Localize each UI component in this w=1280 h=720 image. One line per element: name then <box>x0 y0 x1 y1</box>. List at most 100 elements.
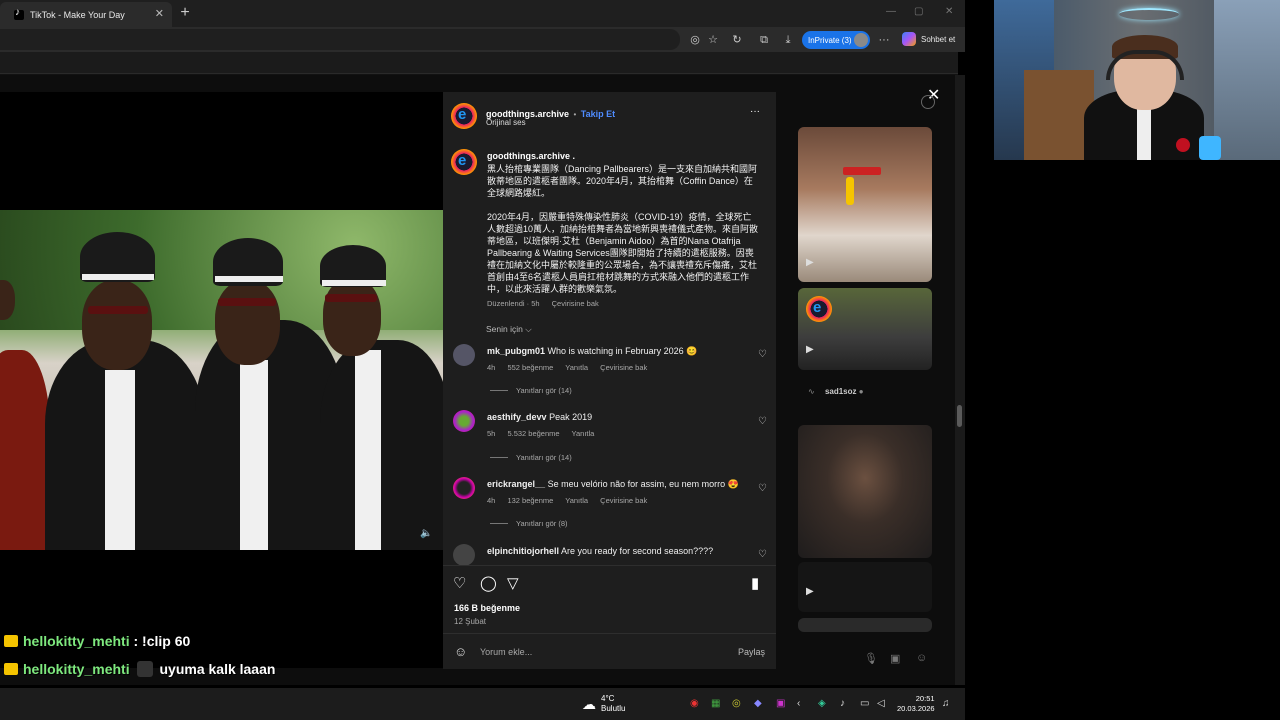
person-shirt <box>1137 105 1151 160</box>
thumbnail-1[interactable]: ▶ <box>798 127 932 282</box>
tracking-prevention-icon[interactable]: ◎ <box>688 33 702 47</box>
signature-icon: ∿ <box>808 387 815 396</box>
maximize-icon[interactable]: ▢ <box>914 6 923 17</box>
collections-icon[interactable]: ⧉ <box>757 33 771 47</box>
sort-dropdown[interactable]: Senin için ⌵ <box>486 324 532 335</box>
more-menu-icon[interactable]: ··· <box>877 33 891 47</box>
comment-2: aesthify_devv Peak 2019 <box>487 412 592 422</box>
view-replies-button[interactable]: Yanıtları gör (14) <box>490 386 572 395</box>
comment-input[interactable]: Yorum ekle... <box>480 647 532 657</box>
divider <box>443 633 776 634</box>
caption-avatar[interactable] <box>451 149 477 175</box>
chat-message: hellokitty_mehti uyuma kalk laaan <box>4 661 275 677</box>
mic-icon[interactable]: 🎙 <box>864 652 878 665</box>
comment-likes[interactable]: 132 beğenme <box>507 496 553 505</box>
chevron-up-icon[interactable]: ‹ <box>797 698 800 709</box>
bookmark-icon[interactable]: ▮ <box>751 574 759 592</box>
tiktok-icon <box>14 7 24 20</box>
comment-username[interactable]: elpinchitiojorhell <box>487 546 559 556</box>
close-tab-icon[interactable]: ✕ <box>155 7 164 20</box>
comment-3: erickrangel__ Se meu velório não for ass… <box>487 479 739 490</box>
share-icon[interactable]: ▽ <box>507 574 519 592</box>
tab-tiktok[interactable]: TikTok - Make Your Day ✕ <box>0 2 172 27</box>
like-comment-icon[interactable]: ♡ <box>758 483 767 494</box>
comment-username[interactable]: mk_pubgm01 <box>487 346 545 356</box>
chat-badge-icon <box>4 635 18 647</box>
clock[interactable]: 20:51 20.03.2026 <box>897 694 935 714</box>
app-icon-6[interactable]: ◈ <box>818 698 826 709</box>
new-tab-button[interactable]: + <box>176 4 194 22</box>
chat-text: : !clip 60 <box>133 633 191 649</box>
copilot-button[interactable]: Sohbet et <box>902 32 955 46</box>
app-icon-3[interactable]: ◎ <box>732 698 741 709</box>
view-replies-button[interactable]: Yanıtları gör (8) <box>490 519 568 528</box>
close-window-icon[interactable]: ✕ <box>945 6 953 17</box>
comment-likes[interactable]: 5.532 beğenme <box>507 429 559 438</box>
weather-widget[interactable]: ☁ 4°C Bulutlu <box>582 694 625 714</box>
more-options-icon[interactable]: ··· <box>750 106 760 117</box>
like-comment-icon[interactable]: ♡ <box>758 416 767 427</box>
weather-condition: Bulutlu <box>601 704 626 713</box>
comment-avatar[interactable] <box>453 344 475 366</box>
app-icon-2[interactable]: ▦ <box>711 698 720 709</box>
comment-meta: 4h 132 beğenme Yanıtla Çevirisine bak <box>487 496 657 505</box>
comment-avatar[interactable] <box>453 477 475 499</box>
minimize-icon[interactable]: — <box>886 6 896 17</box>
volume-icon[interactable]: 🔈 <box>420 528 432 539</box>
inprivate-button[interactable]: InPrivate (3) <box>802 31 870 49</box>
likes-count[interactable]: 166 B beğenme <box>454 603 520 613</box>
address-bar[interactable] <box>0 29 680 50</box>
profile-row[interactable]: ∿ sad1soz ● <box>808 387 864 396</box>
comment-avatar[interactable] <box>453 544 475 566</box>
network-icon[interactable]: ▭ <box>860 698 869 709</box>
caption-username[interactable]: goodthings.archive . <box>487 151 575 161</box>
comment-body: Se meu velório não for assim, eu nem mor… <box>547 479 739 489</box>
favorite-star-icon[interactable]: ☆ <box>706 33 720 47</box>
image-icon[interactable]: ▣ <box>890 652 900 665</box>
translate-button[interactable]: Çevirisine bak <box>600 496 647 505</box>
thumbnail-3[interactable] <box>798 425 932 558</box>
video-icon: ▶ <box>806 586 814 597</box>
caption-meta: Düzenlendi · 5h Çevirisine bak <box>487 299 609 308</box>
caption-paragraph-1: 黑人抬棺專業團隊（Dancing Pallbearers）是一支來自加納共和國阿… <box>487 164 758 198</box>
like-comment-icon[interactable]: ♡ <box>758 349 767 360</box>
info-icon[interactable] <box>921 95 935 109</box>
emote-icon <box>137 661 154 677</box>
comment-username[interactable]: erickrangel__ <box>487 479 545 489</box>
thumbnail-4[interactable]: ▶ <box>798 562 932 612</box>
comment-likes[interactable]: 552 beğenme <box>507 363 553 372</box>
refresh-icon[interactable]: ↻ <box>730 33 744 47</box>
app-icon-4[interactable]: ◆ <box>754 698 762 709</box>
author-avatar[interactable] <box>451 103 477 129</box>
translate-button[interactable]: Çevirisine bak <box>600 363 647 372</box>
webcam-feed <box>994 0 1280 160</box>
reply-button[interactable]: Yanıtla <box>565 363 588 372</box>
profile-name[interactable]: sad1soz <box>825 387 857 396</box>
reply-button[interactable]: Yanıtla <box>565 496 588 505</box>
app-icon-5[interactable]: ▣ <box>776 698 785 709</box>
page-scrollbar[interactable] <box>955 75 965 685</box>
video-frame[interactable] <box>0 210 443 550</box>
like-comment-icon[interactable]: ♡ <box>758 549 767 560</box>
view-replies-button[interactable]: Yanıtları gör (14) <box>490 453 572 462</box>
comment-icon[interactable]: ◯ <box>480 574 497 592</box>
page-header <box>0 52 958 74</box>
download-icon[interactable]: ⤓ <box>781 33 795 47</box>
share-comment-button[interactable]: Paylaş <box>738 647 765 657</box>
reply-button[interactable]: Yanıtla <box>572 429 595 438</box>
microphone-tray-icon[interactable]: ♪ <box>840 698 845 709</box>
emoji-icon[interactable]: ☺ <box>454 644 467 659</box>
volume-tray-icon[interactable]: ◁ <box>877 698 885 709</box>
thumbnail-5[interactable] <box>798 618 932 632</box>
comment-username[interactable]: aesthify_devv <box>487 412 547 422</box>
notification-bell-icon[interactable]: ♫ <box>942 698 950 709</box>
thumbnail-2[interactable]: ▶ <box>798 288 932 370</box>
app-icon-1[interactable]: ◉ <box>690 698 699 709</box>
caption-translate[interactable]: Çevirisine bak <box>552 299 599 308</box>
sticker-icon[interactable]: ☺ <box>916 652 927 664</box>
comment-avatar[interactable] <box>453 410 475 432</box>
like-icon[interactable]: ♡ <box>453 574 466 592</box>
original-sound-link[interactable]: Orijinal ses <box>486 118 526 127</box>
cloud-icon: ☁ <box>582 695 596 712</box>
follow-button[interactable]: Takip Et <box>581 109 615 119</box>
